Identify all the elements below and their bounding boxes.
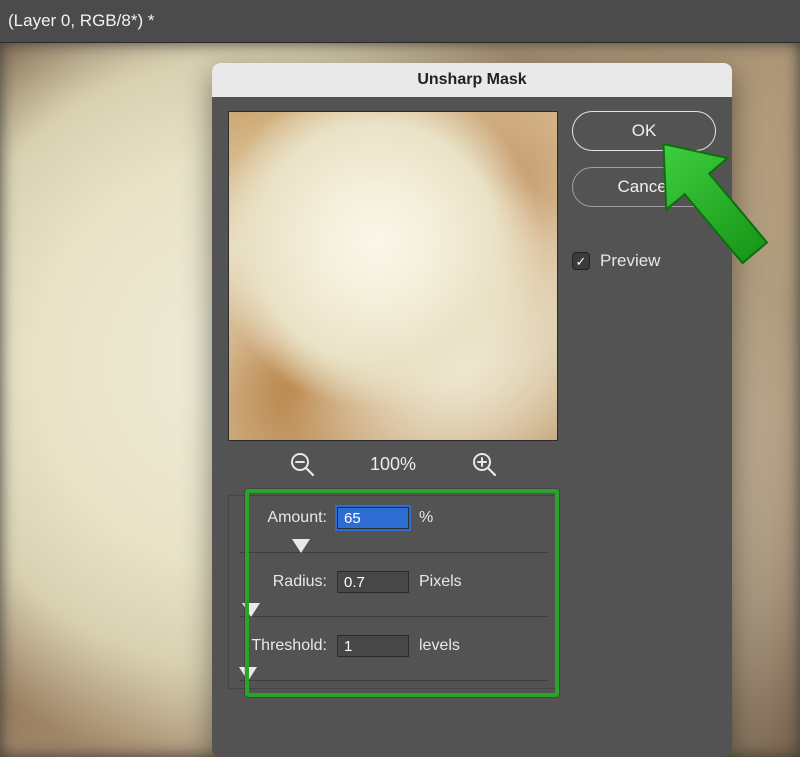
cancel-button[interactable]: Cancel	[572, 167, 716, 207]
preview-column: 100% Amount: 65 %	[228, 111, 558, 689]
ok-button[interactable]: OK	[572, 111, 716, 151]
threshold-slider[interactable]	[239, 660, 547, 682]
dialog-body: 100% Amount: 65 %	[212, 97, 732, 757]
amount-unit: %	[419, 509, 433, 527]
document-title: (Layer 0, RGB/8*) *	[8, 11, 154, 31]
slider-group: Amount: 65 % Radius: 0.7 Pixels	[228, 495, 558, 689]
radius-slider-thumb[interactable]	[242, 603, 260, 617]
threshold-unit: levels	[419, 637, 460, 655]
filter-preview[interactable]	[228, 111, 558, 441]
radius-row: Radius: 0.7 Pixels	[239, 568, 547, 596]
preview-checkbox-icon[interactable]: ✓	[572, 252, 590, 270]
amount-slider[interactable]	[239, 532, 547, 554]
dialog-title: Unsharp Mask	[212, 63, 732, 97]
radius-slider[interactable]	[239, 596, 547, 618]
unsharp-mask-dialog: Unsharp Mask 100%	[212, 63, 732, 757]
threshold-slider-thumb[interactable]	[239, 667, 257, 681]
amount-label: Amount:	[239, 509, 327, 527]
document-titlebar: (Layer 0, RGB/8*) *	[0, 0, 800, 42]
zoom-controls: 100%	[228, 451, 558, 477]
app-stage: (Layer 0, RGB/8*) * Unsharp Mask 100%	[0, 0, 800, 757]
zoom-in-icon[interactable]	[471, 451, 497, 477]
threshold-row: Threshold: 1 levels	[239, 632, 547, 660]
amount-row: Amount: 65 %	[239, 504, 547, 532]
threshold-label: Threshold:	[239, 637, 327, 655]
preview-label: Preview	[600, 251, 660, 271]
threshold-input[interactable]: 1	[337, 635, 409, 657]
radius-label: Radius:	[239, 573, 327, 591]
zoom-percent: 100%	[363, 454, 423, 475]
preview-toggle[interactable]: ✓ Preview	[572, 251, 716, 271]
radius-unit: Pixels	[419, 573, 462, 591]
amount-input[interactable]: 65	[337, 507, 409, 529]
radius-input[interactable]: 0.7	[337, 571, 409, 593]
button-column: OK Cancel ✓ Preview	[572, 111, 716, 689]
zoom-out-icon[interactable]	[289, 451, 315, 477]
amount-slider-thumb[interactable]	[292, 539, 310, 553]
